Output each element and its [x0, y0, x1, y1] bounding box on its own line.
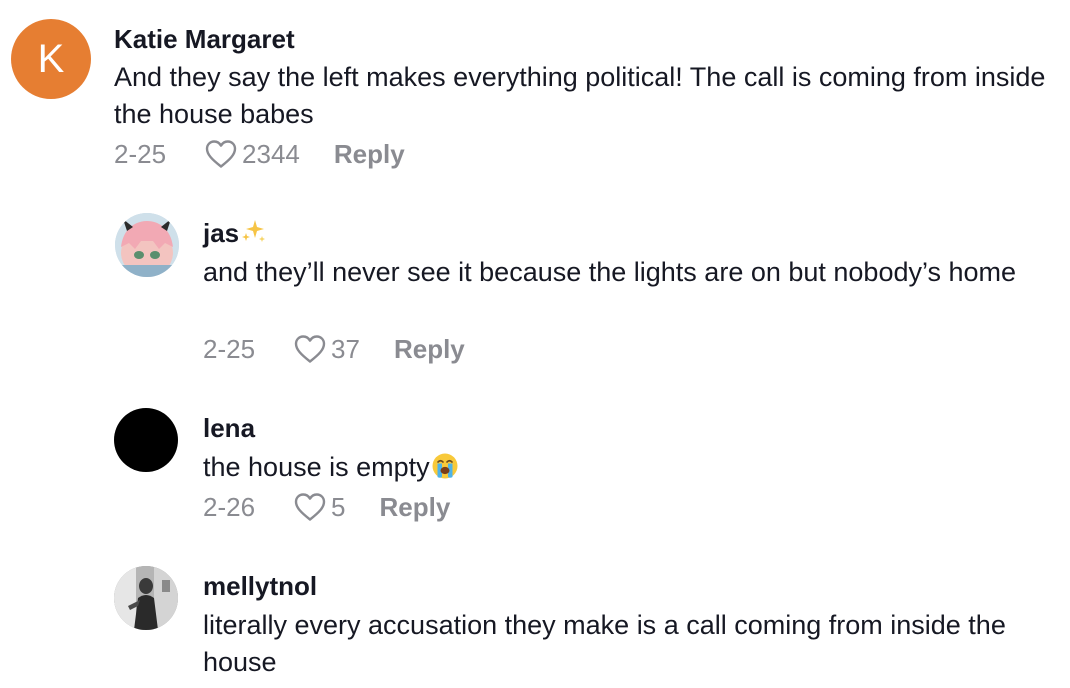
comment-username[interactable]: jas — [203, 218, 266, 248]
comment-text-content: the house is empty — [203, 452, 430, 482]
comment-meta: 2-25 2344 Reply — [114, 137, 405, 171]
reply-button[interactable]: Reply — [334, 139, 405, 170]
reply-button[interactable]: Reply — [394, 334, 465, 365]
avatar-letter: K — [37, 36, 65, 81]
comment-meta: 2-25 37 Reply — [203, 332, 465, 366]
comment-text: the house is empty — [203, 449, 1043, 486]
avatar[interactable] — [114, 408, 178, 472]
avatar[interactable] — [115, 213, 179, 277]
comment-date: 2-25 — [114, 138, 167, 169]
avatar-image — [114, 566, 178, 630]
loudly-crying-face-icon — [432, 453, 458, 479]
comment-username[interactable]: mellytnol — [203, 571, 317, 601]
avatar-image — [115, 213, 179, 277]
heart-icon — [294, 493, 326, 521]
like-count: 2344 — [242, 138, 300, 169]
heart-icon — [205, 140, 237, 168]
like-button[interactable]: 5 — [293, 491, 346, 523]
comment-username[interactable]: Katie Margaret — [114, 24, 295, 54]
username-label: jas — [203, 218, 240, 248]
heart-icon — [294, 335, 326, 363]
like-button[interactable]: 37 — [293, 333, 360, 365]
comment-username[interactable]: lena — [203, 413, 255, 443]
comment-text: literally every accusation they make is … — [203, 610, 1006, 677]
avatar[interactable]: K — [11, 19, 91, 99]
comment-text: And they say the left makes everything p… — [114, 62, 1046, 129]
sparkles-icon — [242, 220, 266, 242]
like-count: 5 — [331, 491, 346, 522]
reply-button[interactable]: Reply — [380, 492, 451, 523]
comment-date: 2-26 — [203, 491, 256, 522]
like-count: 37 — [331, 333, 360, 364]
comment-meta: 2-26 5 Reply — [203, 490, 450, 524]
avatar[interactable] — [114, 566, 178, 630]
comment-text: and they’ll never see it because the lig… — [203, 257, 1017, 287]
comment-date: 2-25 — [203, 333, 256, 364]
like-button[interactable]: 2344 — [204, 138, 300, 170]
